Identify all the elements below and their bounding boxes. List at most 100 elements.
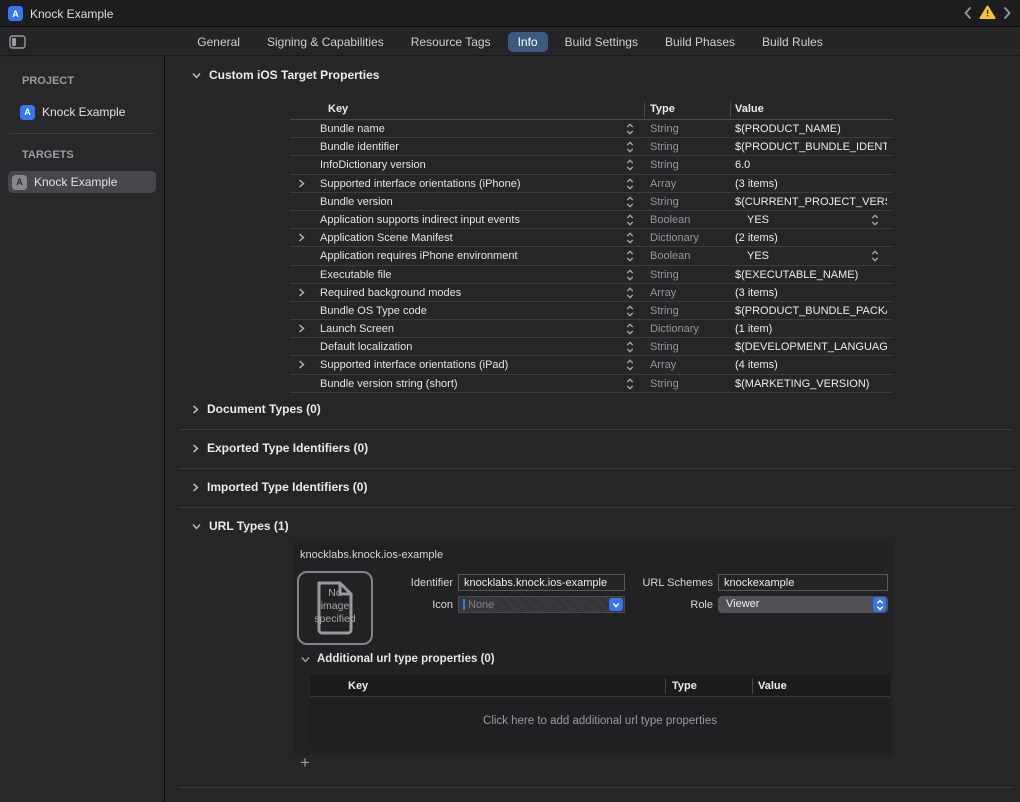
key-stepper-icon[interactable]: [626, 323, 634, 335]
add-properties-hint: Click here to add additional url type pr…: [483, 715, 717, 727]
section-divider: [180, 468, 1012, 469]
forward-chevron-icon[interactable]: [1003, 6, 1012, 20]
row-value[interactable]: (3 items): [735, 287, 887, 299]
key-stepper-icon[interactable]: [626, 378, 634, 390]
row-key: Supported interface orientations (iPad): [320, 359, 508, 371]
row-value[interactable]: (3 items): [735, 178, 887, 190]
add-url-type-button[interactable]: +: [297, 755, 313, 771]
project-navigator: PROJECT A Knock Example TARGETS A Knock …: [0, 57, 165, 802]
key-stepper-icon[interactable]: [626, 159, 634, 171]
row-type: Dictionary: [650, 232, 699, 244]
plist-row[interactable]: Application supports indirect input even…: [290, 211, 893, 229]
section-divider: [180, 507, 1012, 508]
back-chevron-icon[interactable]: [963, 6, 972, 20]
section-url-types[interactable]: URL Types (1): [192, 519, 289, 533]
key-stepper-icon[interactable]: [626, 232, 634, 244]
row-value[interactable]: YES: [735, 250, 887, 262]
tab-general[interactable]: General: [187, 32, 250, 52]
targets-group-label: TARGETS: [22, 149, 74, 161]
column-type: Type: [672, 680, 697, 692]
row-value[interactable]: $(DEVELOPMENT_LANGUAGI: [735, 341, 887, 353]
disclosure-chevron-icon[interactable]: [298, 288, 305, 297]
plist-row[interactable]: Bundle OS Type code String $(PRODUCT_BUN…: [290, 302, 893, 320]
additional-properties-header[interactable]: Additional url type properties (0): [301, 653, 495, 665]
section-custom-ios-properties[interactable]: Custom iOS Target Properties: [192, 68, 379, 82]
key-stepper-icon[interactable]: [626, 305, 634, 317]
key-stepper-icon[interactable]: [626, 341, 634, 353]
column-value: Value: [758, 680, 787, 692]
additional-table-empty-area[interactable]: Click here to add additional url type pr…: [310, 697, 890, 745]
key-stepper-icon[interactable]: [626, 214, 634, 226]
row-value[interactable]: (4 items): [735, 359, 887, 371]
row-value[interactable]: (1 item): [735, 323, 887, 335]
plist-row[interactable]: Supported interface orientations (iPad) …: [290, 356, 893, 374]
identifier-label: Identifier: [353, 577, 453, 589]
tab-resource-tags[interactable]: Resource Tags: [401, 32, 501, 52]
plist-row[interactable]: InfoDictionary version String 6.0: [290, 156, 893, 174]
row-value[interactable]: $(MARKETING_VERSION): [735, 378, 887, 390]
section-imported-type-identifiers[interactable]: Imported Type Identifiers (0): [192, 480, 367, 494]
plist-row[interactable]: Bundle version String $(CURRENT_PROJECT_…: [290, 193, 893, 211]
row-key: Bundle identifier: [320, 141, 399, 153]
key-stepper-icon[interactable]: [626, 250, 634, 262]
key-stepper-icon[interactable]: [626, 269, 634, 281]
column-key: Key: [348, 680, 368, 692]
plist-row[interactable]: Required background modes Array (3 items…: [290, 284, 893, 302]
row-value[interactable]: $(EXECUTABLE_NAME): [735, 269, 887, 281]
role-popup-button[interactable]: Viewer: [718, 596, 888, 613]
row-value[interactable]: $(CURRENT_PROJECT_VERS: [735, 196, 887, 208]
key-stepper-icon[interactable]: [626, 196, 634, 208]
key-stepper-icon[interactable]: [626, 359, 634, 371]
column-key: Key: [328, 103, 348, 115]
tab-info[interactable]: Info: [508, 32, 548, 52]
row-key: Bundle name: [320, 123, 385, 135]
sidebar-item-project[interactable]: A Knock Example: [20, 101, 125, 123]
url-schemes-label: URL Schemes: [578, 577, 713, 589]
plist-row[interactable]: Executable file String $(EXECUTABLE_NAME…: [290, 266, 893, 284]
info-editor-pane: Custom iOS Target Properties Key Type Va…: [166, 57, 1020, 802]
sidebar-item-target-selected[interactable]: A Knock Example: [8, 171, 156, 193]
popup-stepper-icon: [873, 597, 886, 612]
row-value[interactable]: $(PRODUCT_NAME): [735, 123, 887, 135]
key-stepper-icon[interactable]: [626, 123, 634, 135]
section-document-types[interactable]: Document Types (0): [192, 402, 321, 416]
row-value[interactable]: (2 items): [735, 232, 887, 244]
section-exported-type-identifiers[interactable]: Exported Type Identifiers (0): [192, 441, 368, 455]
tab-build-settings[interactable]: Build Settings: [555, 32, 648, 52]
disclosure-chevron-icon[interactable]: [298, 179, 305, 188]
row-key: Bundle version: [320, 196, 393, 208]
row-type: String: [650, 196, 679, 208]
icon-label: Icon: [353, 599, 453, 611]
row-value[interactable]: 6.0: [735, 159, 887, 171]
plist-row[interactable]: Supported interface orientations (iPhone…: [290, 175, 893, 193]
plist-row[interactable]: Bundle version string (short) String $(M…: [290, 375, 893, 393]
key-stepper-icon[interactable]: [626, 287, 634, 299]
url-schemes-input[interactable]: knockexample: [718, 574, 888, 591]
plist-row[interactable]: Application requires iPhone environment …: [290, 247, 893, 265]
tab-build-phases[interactable]: Build Phases: [655, 32, 745, 52]
role-label: Role: [578, 599, 713, 611]
key-stepper-icon[interactable]: [626, 141, 634, 153]
value-stepper-icon[interactable]: [871, 250, 879, 262]
disclosure-chevron-icon[interactable]: [298, 233, 305, 242]
project-group-label: PROJECT: [22, 75, 74, 87]
plist-row[interactable]: Default localization String $(DEVELOPMEN…: [290, 338, 893, 356]
value-stepper-icon[interactable]: [871, 214, 879, 226]
role-popup-value: Viewer: [726, 598, 759, 610]
row-type: String: [650, 123, 679, 135]
row-key: InfoDictionary version: [320, 159, 426, 171]
plist-row[interactable]: Launch Screen Dictionary (1 item): [290, 320, 893, 338]
disclosure-chevron-icon[interactable]: [298, 360, 305, 369]
key-stepper-icon[interactable]: [626, 178, 634, 190]
disclosure-chevron-icon[interactable]: [298, 324, 305, 333]
plist-row[interactable]: Application Scene Manifest Dictionary (2…: [290, 229, 893, 247]
row-value[interactable]: $(PRODUCT_BUNDLE_IDENT: [735, 141, 887, 153]
warning-icon[interactable]: [979, 5, 996, 20]
tab-signing-capabilities[interactable]: Signing & Capabilities: [257, 32, 394, 52]
tab-build-rules[interactable]: Build Rules: [752, 32, 833, 52]
plist-row[interactable]: Bundle identifier String $(PRODUCT_BUNDL…: [290, 138, 893, 156]
row-type: Array: [650, 359, 676, 371]
row-value[interactable]: YES: [735, 214, 887, 226]
row-value[interactable]: $(PRODUCT_BUNDLE_PACKA: [735, 305, 887, 317]
plist-row[interactable]: Bundle name String $(PRODUCT_NAME): [290, 120, 893, 138]
